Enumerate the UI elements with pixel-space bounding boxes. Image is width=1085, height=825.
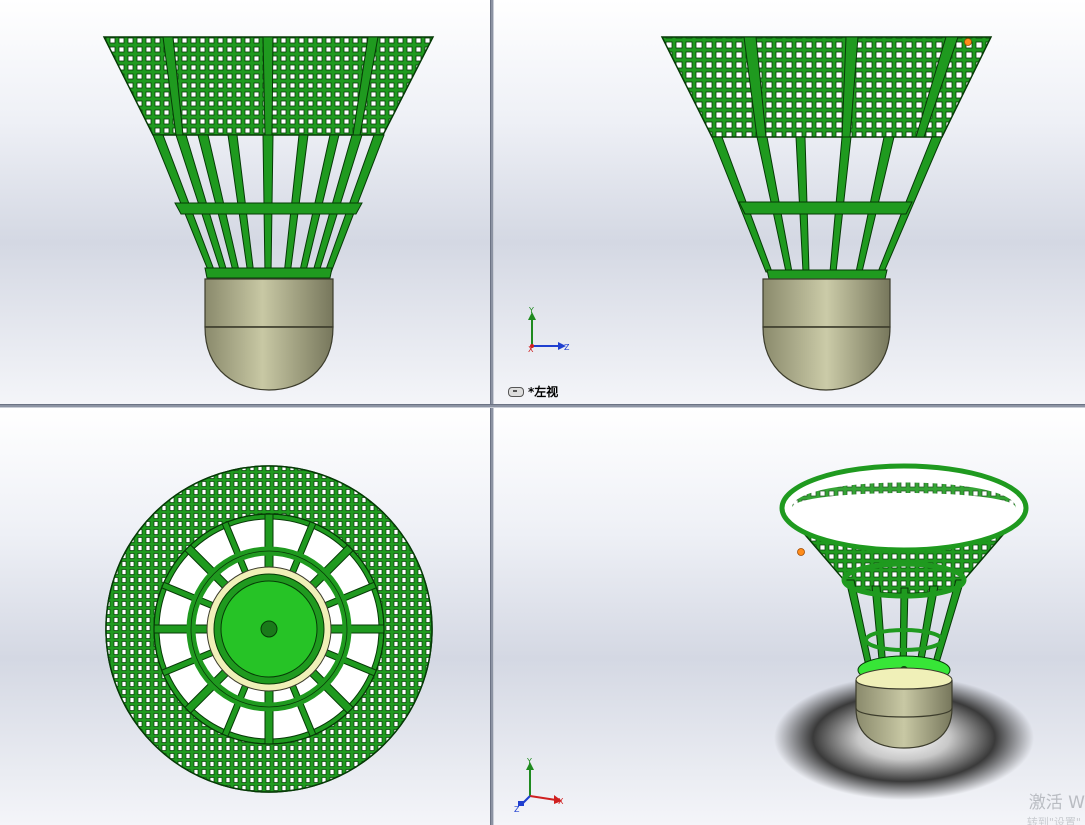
viewport-splitter-vertical[interactable] [490,0,494,825]
view-triad-iso: Y X Z [514,757,564,814]
sketch-point-marker [964,38,972,46]
cork-base-iso [855,679,953,749]
viewport-isometric[interactable]: Y X Z 激活 W 转到"设置" [494,408,1085,825]
triad-z-label: Z [564,343,570,352]
link-view-icon[interactable] [508,386,524,397]
view-triad: Y Z X [528,306,570,354]
triad-x-label: X [528,345,534,354]
viewport-top[interactable] [0,408,490,825]
view-name-text: *左视 [528,385,559,399]
activation-watermark: 激活 W [1028,793,1085,813]
shuttlecock-front-model [102,36,435,391]
viewport-splitter-horizontal[interactable] [0,404,1085,408]
viewport-left[interactable]: Y Z X *左视 [494,0,1085,404]
triad-iso-x-label: X [558,797,564,806]
view-name-label: *左视 [508,383,558,400]
viewport-front[interactable] [0,0,490,404]
activation-watermark-sub: 转到"设置" [1026,816,1081,825]
shuttlecock-iso-model: Y X Z [514,463,1034,814]
shuttlecock-side-model: Y Z X [528,36,993,391]
triad-y-label: Y [528,306,534,315]
cork-base [204,278,334,328]
shuttlecock-top-model [105,465,433,793]
triad-iso-z-label: Z [514,805,520,814]
triad-iso-y-label: Y [526,757,532,766]
